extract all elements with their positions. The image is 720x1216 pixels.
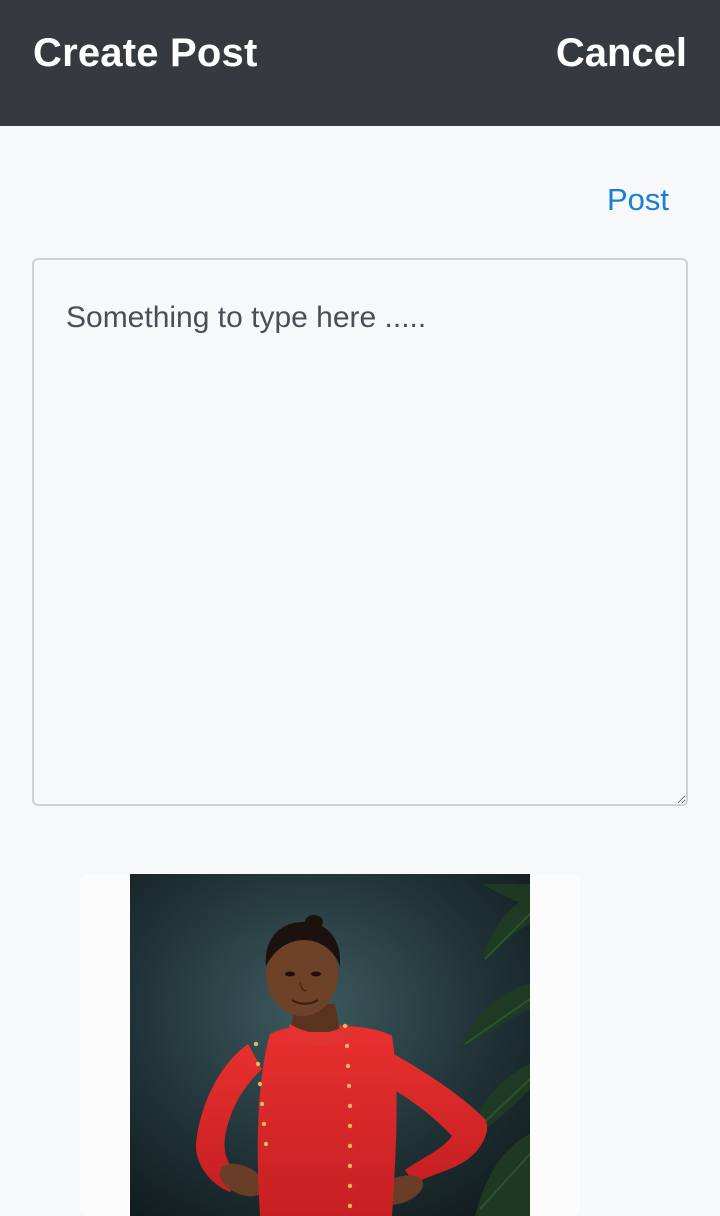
page-title: Create Post bbox=[33, 31, 258, 75]
post-button[interactable]: Post bbox=[607, 182, 669, 218]
app-header: Create Post Cancel bbox=[0, 0, 720, 126]
portrait-image bbox=[130, 874, 530, 1216]
cancel-button[interactable]: Cancel bbox=[556, 30, 687, 76]
attached-image-card bbox=[80, 874, 580, 1216]
post-text-input[interactable] bbox=[32, 258, 688, 806]
attached-photo[interactable] bbox=[130, 874, 530, 1216]
